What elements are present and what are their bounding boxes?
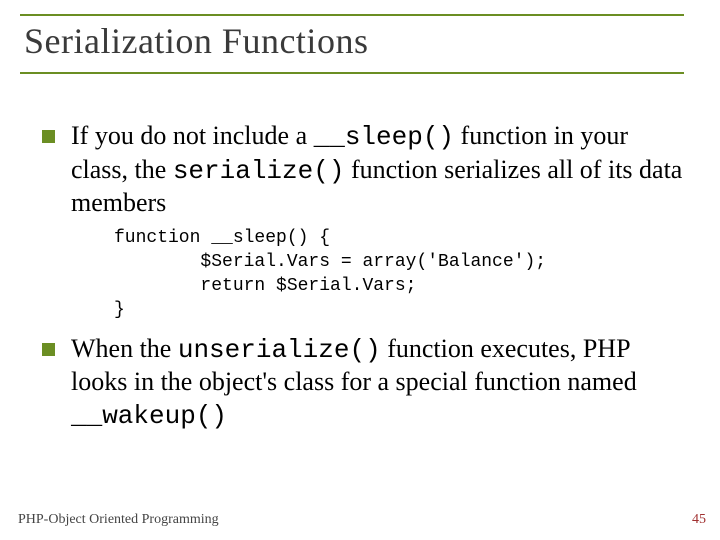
- slide-body: If you do not include a __sleep() functi…: [42, 120, 684, 438]
- bullet-item: If you do not include a __sleep() functi…: [42, 120, 684, 220]
- slide: Serialization Functions If you do not in…: [0, 0, 720, 540]
- title-rule-box: Serialization Functions: [20, 14, 684, 74]
- slide-title: Serialization Functions: [24, 20, 684, 62]
- text-run: If you do not include a: [71, 121, 314, 150]
- bullet-item: When the unserialize() function executes…: [42, 333, 684, 433]
- code-line: }: [114, 300, 125, 320]
- bullet-square-icon: [42, 130, 55, 143]
- code-run: __wakeup(): [71, 401, 227, 431]
- text-run: When the: [71, 334, 178, 363]
- bullet-square-icon: [42, 343, 55, 356]
- code-block: function __sleep() { $Serial.Vars = arra…: [114, 226, 684, 323]
- slide-number: 45: [692, 512, 706, 528]
- code-line: return $Serial.Vars;: [114, 276, 416, 296]
- bullet-text: When the unserialize() function executes…: [71, 333, 684, 433]
- code-line: function __sleep() {: [114, 228, 330, 248]
- code-line: $Serial.Vars = array('Balance');: [114, 252, 546, 272]
- footer-left: PHP-Object Oriented Programming: [18, 512, 219, 528]
- code-run: __sleep(): [314, 122, 454, 152]
- bullet-text: If you do not include a __sleep() functi…: [71, 120, 684, 220]
- code-run: unserialize(): [178, 335, 381, 365]
- code-run: serialize(): [173, 156, 345, 186]
